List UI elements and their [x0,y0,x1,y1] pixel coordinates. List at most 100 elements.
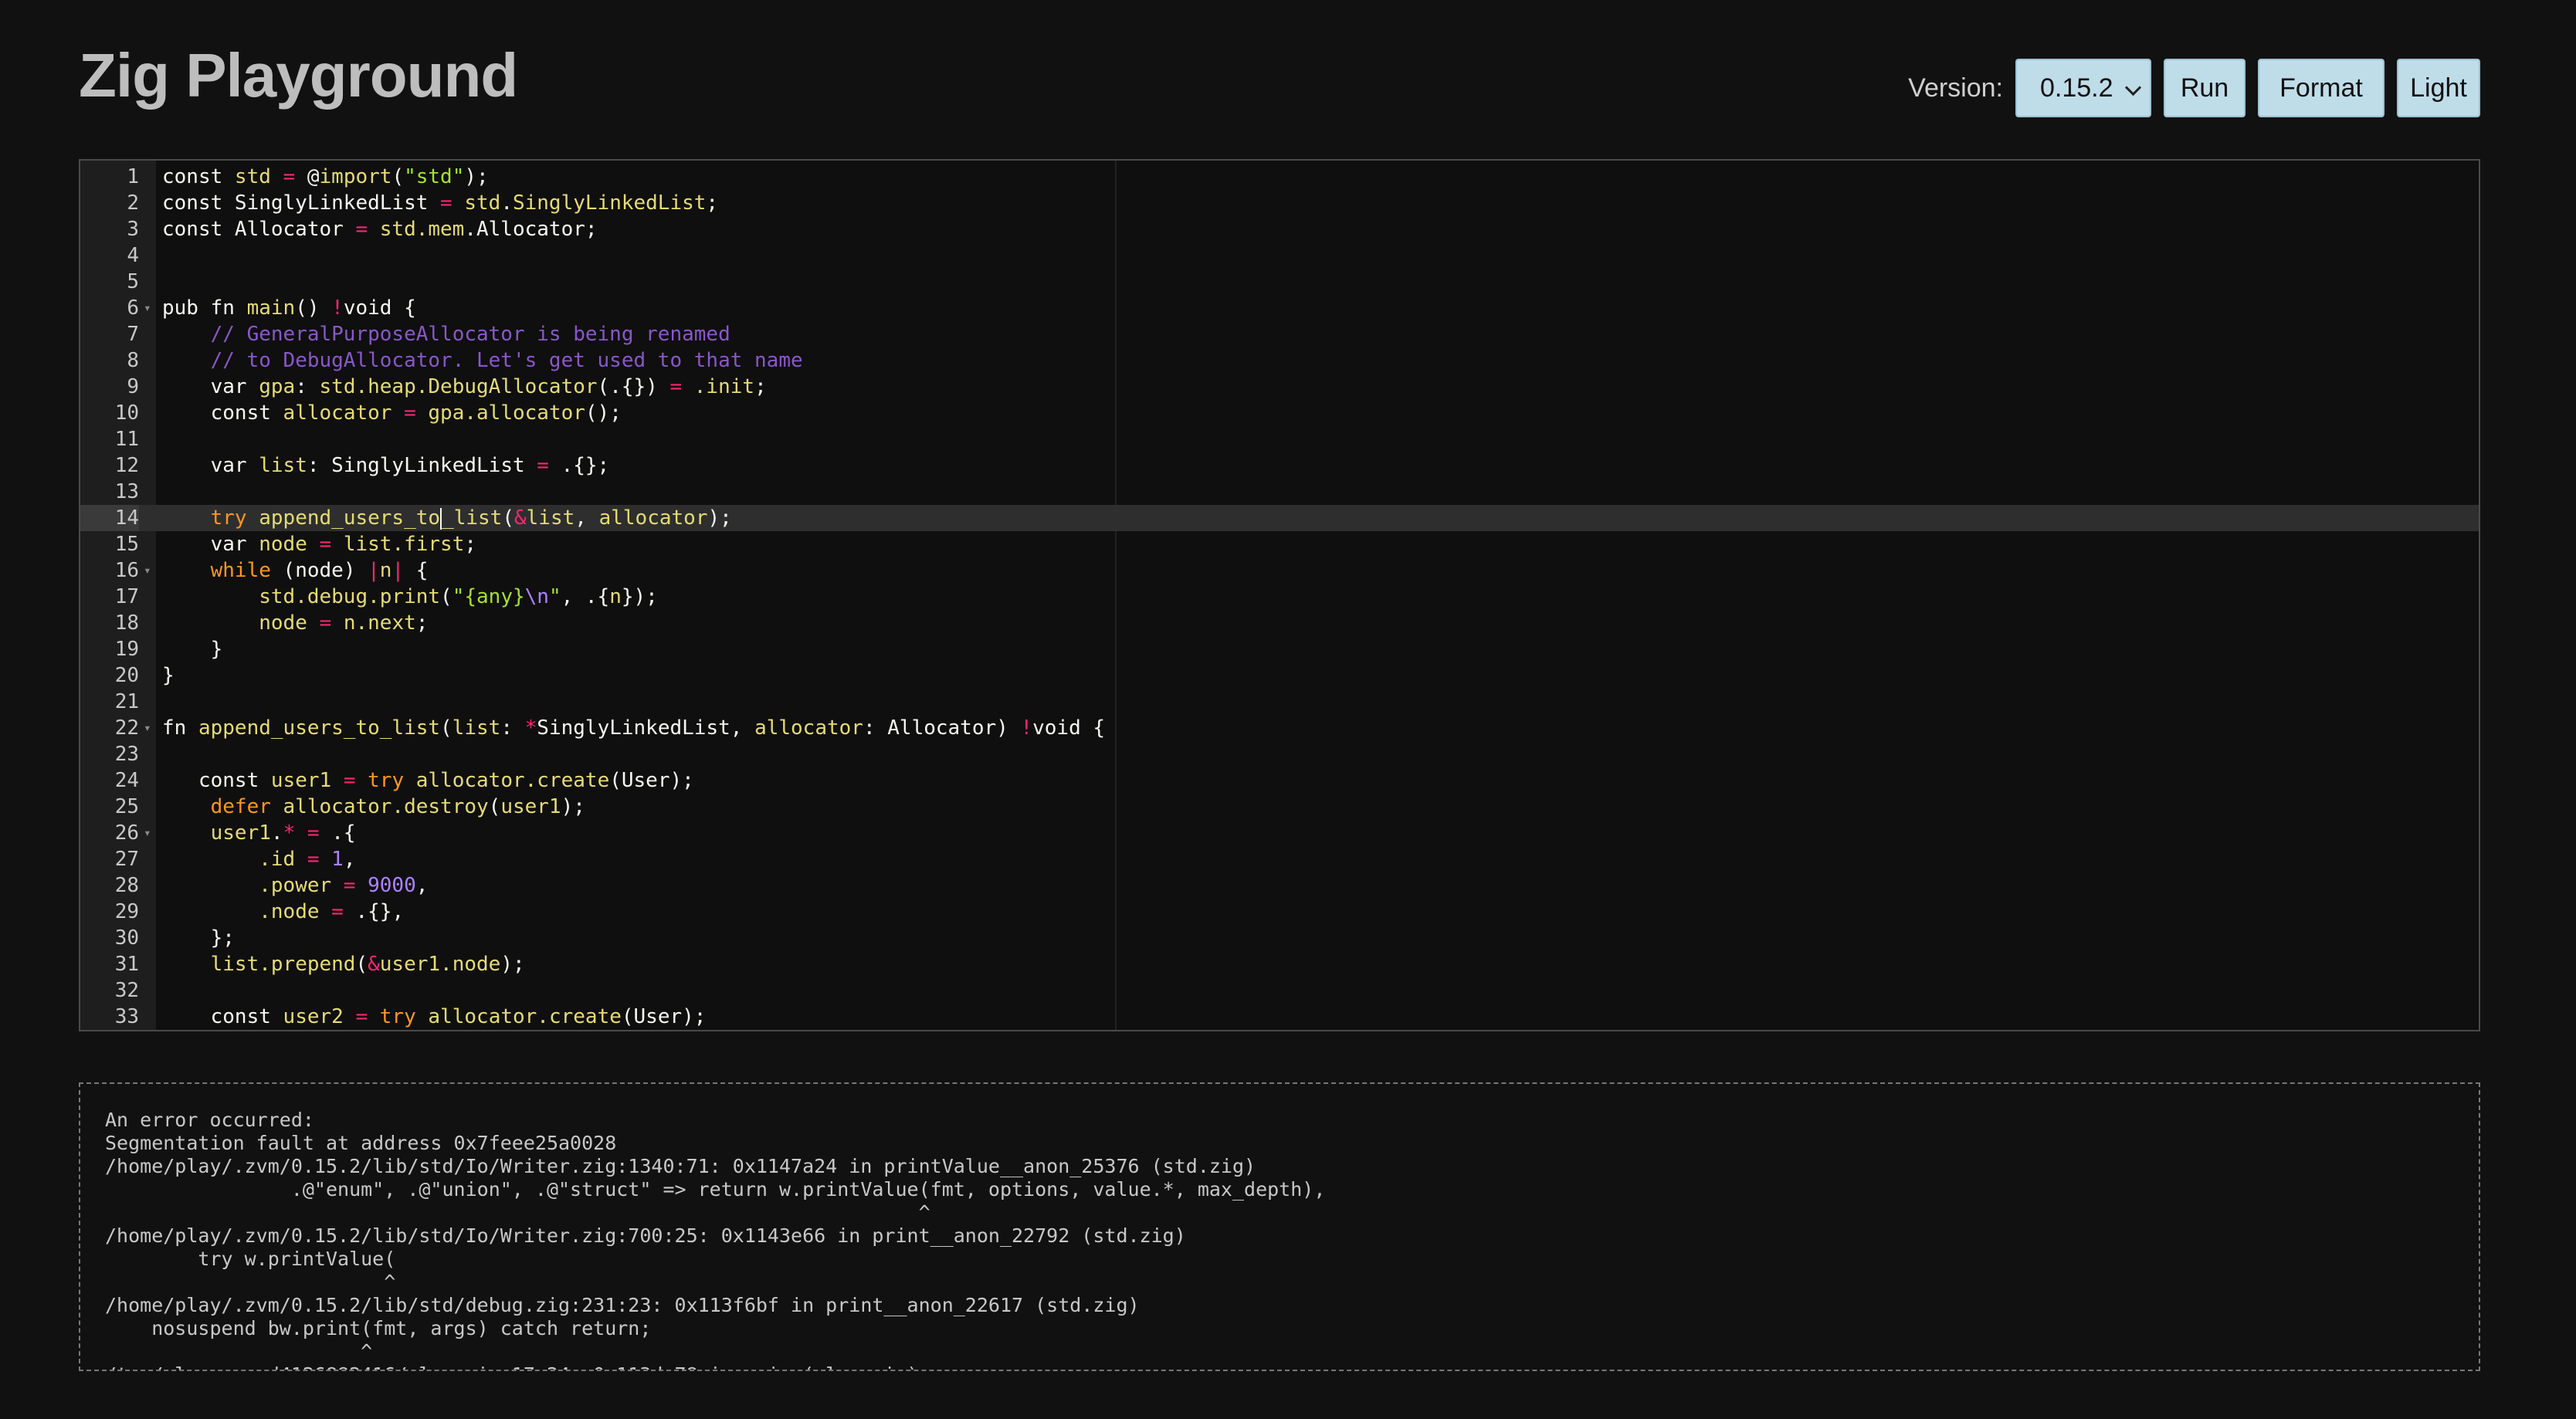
fold-arrow-icon[interactable]: ▾ [144,715,151,741]
code-line[interactable]: 32 [80,977,2479,1004]
code-text: .power = 9000, [162,872,428,899]
code-line[interactable]: 18 node = n.next; [80,610,2479,636]
run-button[interactable]: Run [2164,59,2246,117]
output-panel: An error occurred: Segmentation fault at … [79,1082,2480,1371]
line-number: 11 [114,428,139,451]
code-token: , [415,874,429,897]
code-token: : [500,716,525,740]
fold-arrow-icon[interactable]: ▾ [144,295,151,321]
code-text: .node = .{}, [162,899,404,925]
code-text: const SinglyLinkedList = std.SinglyLinke… [162,190,718,216]
code-text: fn append_users_to_list(list: *SinglyLin… [162,715,1105,741]
code-token: = [319,900,356,923]
code-line[interactable]: 23 [80,741,2479,767]
code-token: & [514,506,527,530]
code-token: fn [162,716,198,740]
code-line[interactable]: 10 const allocator = gpa.allocator(); [80,400,2479,426]
line-number: 14 [80,505,139,531]
code-token: std.heap.DebugAllocator [319,375,598,398]
code-line[interactable]: 12 var list: SinglyLinkedList = .{}; [80,452,2479,479]
code-token: = [355,218,380,241]
code-line[interactable]: 8 // to DebugAllocator. Let's get used t… [80,347,2479,374]
code-token: ); [561,795,585,818]
code-token: , .{ [561,585,610,608]
line-number: 15 [114,533,139,556]
code-line[interactable]: 31 list.prepend(&user1.node); [80,951,2479,977]
code-line[interactable]: 6 ▾ pub fn main() !void { [80,295,2479,321]
format-button[interactable]: Format [2258,59,2384,117]
code-line[interactable]: 26 ▾ user1.* = .{ [80,820,2479,846]
code-token: ( [440,585,452,608]
code-line[interactable]: 4 [80,242,2479,269]
code-line[interactable]: 22 ▾ fn append_users_to_list(list: *Singly… [80,715,2479,741]
code-line[interactable]: 19 } [80,636,2479,662]
code-line[interactable]: 30 }; [80,925,2479,951]
version-label: Version: [1908,73,2003,103]
code-token: "std" [404,165,465,188]
code-token: (node) [283,559,368,582]
fold-arrow-icon[interactable]: ▾ [144,820,151,846]
line-number: 16 [114,559,139,582]
code-editor[interactable]: 1 const std = @import("std"); 2 const Singl… [79,159,2480,1031]
code-line[interactable]: 27 .id = 1, [80,846,2479,872]
code-token: | [391,559,405,582]
code-token: ( [440,716,452,740]
code-line[interactable]: 17 std.debug.print("{any}\n", .{n}); [80,584,2479,610]
code-token: (.{}) [597,375,670,398]
line-number: 30 [114,926,139,950]
code-line[interactable]: 21 [80,689,2479,715]
code-line[interactable]: 16 ▾ while (node) |n| { [80,557,2479,584]
code-token: , [343,848,356,871]
line-number: 26 [114,821,139,845]
code-token: } [162,638,223,661]
code-line[interactable]: 24 const user1 = try allocator.create(Us… [80,767,2479,794]
code-token: allocator [598,506,708,530]
code-line[interactable]: 28 .power = 9000, [80,872,2479,899]
code-line[interactable]: 29 .node = .{}, [80,899,2479,925]
code-line[interactable]: 3 const Allocator = std.mem.Allocator; [80,216,2479,242]
code-line[interactable]: 1 const std = @import("std"); [80,164,2479,190]
code-line[interactable]: 20} [80,662,2479,689]
theme-toggle-button[interactable]: Light [2397,59,2480,117]
code-line[interactable]: 7 // GeneralPurposeAllocator is being re… [80,321,2479,347]
fold-arrow-icon[interactable]: ▾ [144,557,151,584]
code-token: (User); [621,1005,707,1028]
code-token: (); [585,401,622,425]
code-token: ); [464,165,489,188]
code-line[interactable]: 33 const user2 = try allocator.create(Us… [80,1004,2479,1030]
line-number: 1 [127,165,139,188]
code-token: .{ [331,821,356,845]
code-token: = [295,821,332,845]
code-token: ); [500,953,525,976]
line-number: 31 [114,953,139,976]
code-line[interactable]: 2 const SinglyLinkedList = std.SinglyLink… [80,190,2479,216]
code-token: const [162,165,235,188]
code-token: }); [621,585,658,608]
code-token: (User); [609,769,694,792]
code-token: | [368,559,380,582]
code-text: user1.* = .{ [162,820,356,846]
code-line[interactable]: 13 [80,479,2479,505]
code-line[interactable]: 11 [80,426,2479,452]
code-line[interactable]: 5 [80,269,2479,295]
code-token: while [210,559,283,582]
line-number: 10 [114,401,139,425]
code-line[interactable]: 25 defer allocator.destroy(user1); [80,794,2479,820]
code-line[interactable]: 14 try append_users_to_list(&list, alloc… [80,505,2479,531]
code-line[interactable]: 9 var gpa: std.heap.DebugAllocator(.{}) … [80,374,2479,400]
code-token: ; [706,191,719,215]
code-token: ; [754,375,767,398]
version-select[interactable]: 0.15.2 [2015,59,2151,117]
code-text: const allocator = gpa.allocator(); [162,400,622,426]
code-line[interactable]: 15 var node = list.first; [80,531,2479,557]
code-token: n [609,585,622,608]
code-text: try append_users_to_list(&list, allocato… [162,505,732,531]
code-token: const [162,769,271,792]
code-token: var [162,454,259,477]
code-text: var node = list.first; [162,531,476,557]
toolbar: Version: 0.15.2 Run Format Light [1908,59,2480,117]
code-token: n [379,559,392,582]
line-number: 12 [114,454,139,477]
